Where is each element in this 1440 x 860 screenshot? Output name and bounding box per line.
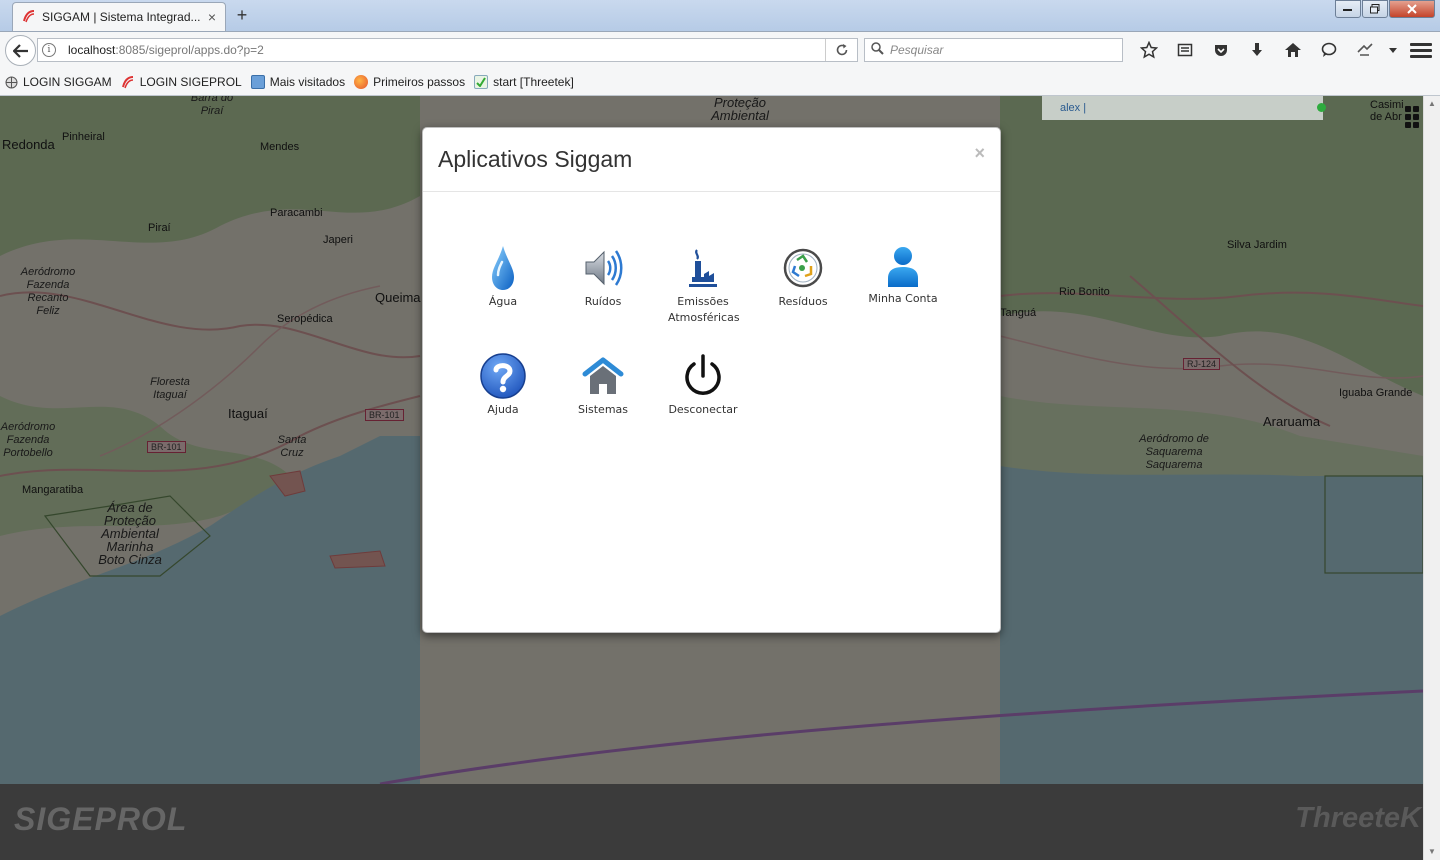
bookmarks-list-icon[interactable] [1167, 38, 1203, 62]
url-text: localhost:8085/sigeprol/apps.do?p=2 [68, 43, 264, 57]
hamburger-menu-icon[interactable] [1410, 39, 1432, 61]
tab-title: SIGGAM | Sistema Integrad... [42, 10, 201, 24]
app-label-residuos: Resíduos [778, 295, 828, 308]
threetek-favicon-icon [474, 75, 489, 89]
water-drop-icon [479, 244, 527, 292]
app-ruidos[interactable]: Ruídos [555, 244, 651, 310]
browser-titlebar: SIGGAM | Sistema Integrad... × + [0, 0, 1440, 31]
page-scrollbar[interactable]: ▲ ▼ [1423, 96, 1440, 860]
app-minha-conta[interactable]: Minha Conta [855, 244, 951, 307]
app-label-minha-conta: Minha Conta [868, 292, 938, 305]
search-icon [871, 42, 884, 58]
folder-icon [250, 75, 265, 89]
globe-icon [4, 75, 18, 89]
pocket-icon[interactable] [1203, 38, 1239, 62]
app-ajuda[interactable]: Ajuda [455, 352, 551, 418]
threetek-logo: ThreeteK [1295, 802, 1421, 834]
overflow-chevron-icon[interactable] [1383, 38, 1403, 62]
minimize-button[interactable] [1335, 0, 1361, 18]
download-icon[interactable] [1239, 38, 1275, 62]
modal-header: Aplicativos Siggam × [423, 128, 1000, 192]
app-desconectar[interactable]: Desconectar [655, 352, 751, 418]
recycling-icon [779, 244, 827, 292]
app-sistemas[interactable]: Sistemas [555, 352, 651, 418]
scroll-down-icon[interactable]: ▼ [1424, 844, 1440, 860]
search-placeholder: Pesquisar [890, 43, 944, 57]
back-button[interactable] [5, 35, 36, 66]
user-bar: alex | [1042, 96, 1323, 120]
apps-modal: Aplicativos Siggam × Água Ruídos Emissõe… [422, 127, 1001, 633]
firefox-icon [354, 75, 369, 89]
browser-tab[interactable]: SIGGAM | Sistema Integrad... × [12, 2, 226, 31]
bookmark-login-siggam[interactable]: LOGIN SIGGAM [4, 75, 112, 89]
app-label-desconectar: Desconectar [668, 403, 738, 416]
sigeprol-logo: SIGEPROL [14, 801, 188, 837]
modal-close-icon[interactable]: × [974, 143, 985, 164]
bookmark-primeiros-passos[interactable]: Primeiros passos [354, 75, 465, 89]
close-window-button[interactable] [1389, 0, 1435, 18]
app-agua[interactable]: Água [455, 244, 551, 310]
app-residuos[interactable]: Resíduos [755, 244, 851, 310]
site-info-icon[interactable]: i [42, 43, 56, 57]
bookmark-mais-visitados[interactable]: Mais visitados [250, 75, 345, 89]
app-label-ruidos: Ruídos [584, 295, 622, 308]
tab-close-icon[interactable]: × [205, 9, 219, 25]
toolbar-icons [1131, 38, 1403, 62]
power-icon [679, 352, 727, 400]
new-tab-button[interactable]: + [233, 5, 251, 26]
home-icon[interactable] [1275, 38, 1311, 62]
app-label-agua: Água [488, 295, 518, 308]
scroll-up-icon[interactable]: ▲ [1424, 96, 1440, 112]
reload-icon[interactable] [825, 39, 857, 61]
siggam-favicon-icon [22, 9, 36, 26]
bookmark-start-threetek[interactable]: start [Threetek] [474, 75, 574, 89]
home-icon [579, 352, 627, 400]
bookmark-star-icon[interactable] [1131, 38, 1167, 62]
sigeprol-favicon-icon [121, 75, 135, 89]
user-account-icon [879, 244, 927, 289]
window-controls [1334, 0, 1435, 18]
bookmark-login-sigeprol[interactable]: LOGIN SIGEPROL [121, 75, 242, 89]
browser-navbar: i localhost:8085/sigeprol/apps.do?p=2 Pe… [0, 31, 1440, 69]
online-status-icon [1317, 103, 1326, 112]
app-label-emissoes: Emissões Atmosféricas [668, 295, 740, 324]
extension-icon[interactable] [1347, 38, 1383, 62]
help-question-icon [479, 352, 527, 400]
page-footer: SIGEPROL ThreeteK [0, 784, 1423, 860]
factory-icon [679, 244, 727, 292]
restore-button[interactable] [1362, 0, 1388, 18]
chat-icon[interactable] [1311, 38, 1347, 62]
bookmarks-bar: LOGIN SIGGAM LOGIN SIGEPROL Mais visitad… [0, 69, 1440, 96]
url-bar[interactable]: i localhost:8085/sigeprol/apps.do?p=2 [37, 38, 858, 62]
modal-title: Aplicativos Siggam [438, 146, 633, 172]
back-arrow-icon [12, 43, 28, 58]
app-emissoes[interactable]: Emissões Atmosféricas [655, 244, 751, 326]
app-label-ajuda: Ajuda [487, 403, 519, 416]
search-bar[interactable]: Pesquisar [864, 38, 1123, 62]
speaker-icon [579, 244, 627, 292]
user-name[interactable]: alex | [1060, 102, 1086, 114]
app-label-sistemas: Sistemas [577, 403, 629, 416]
apps-grid-icon[interactable] [1405, 106, 1421, 130]
